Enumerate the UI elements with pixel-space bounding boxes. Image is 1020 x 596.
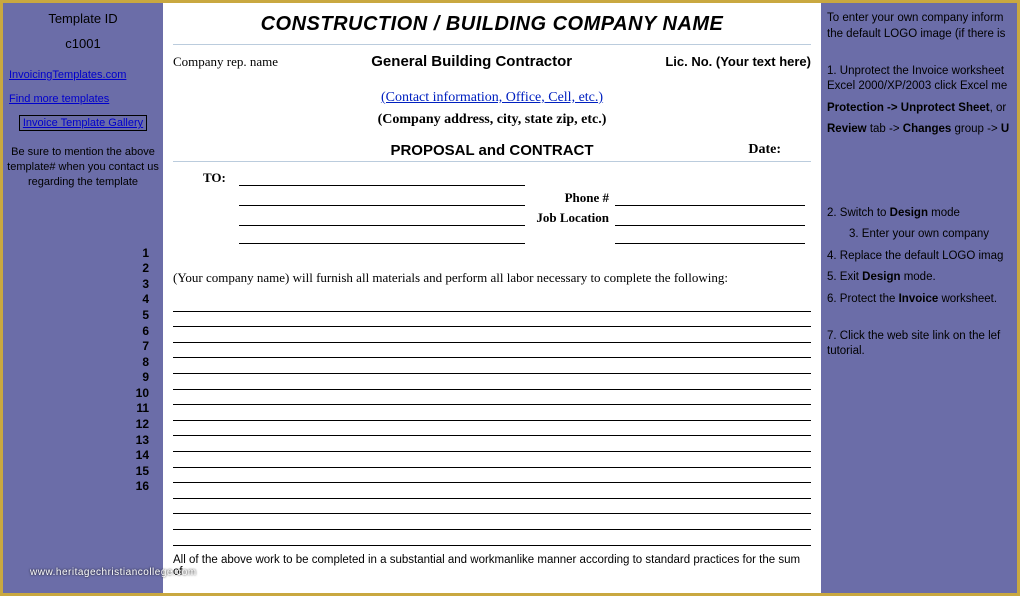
- row-num: 15: [7, 464, 149, 480]
- to-field-line-3[interactable]: [239, 212, 525, 226]
- instruction-step: Protection -> Unprotect Sheet, or: [827, 101, 1011, 117]
- instruction-step: 5. Exit Design mode.: [827, 270, 1011, 286]
- link-invoice-template-gallery[interactable]: Invoice Template Gallery: [23, 117, 143, 129]
- header-row: Company rep. name General Building Contr…: [173, 51, 811, 78]
- instruction-step: 1. Unprotect the Invoice worksheet Excel…: [827, 64, 1011, 95]
- completion-statement: All of the above work to be completed in…: [173, 554, 811, 578]
- work-line[interactable]: [173, 390, 811, 406]
- instruction-step: 2. Switch to Design mode: [827, 206, 1011, 222]
- work-line[interactable]: [173, 312, 811, 328]
- company-name-title: CONSTRUCTION / BUILDING COMPANY NAME: [173, 3, 811, 42]
- row-num: 5: [7, 308, 149, 324]
- work-line[interactable]: [173, 296, 811, 312]
- work-line[interactable]: [173, 514, 811, 530]
- instruction-step: 6. Protect the Invoice worksheet.: [827, 292, 1011, 308]
- instruction-step: 7. Click the web site link on the lef tu…: [827, 329, 1011, 360]
- date-label: Date:: [748, 142, 781, 158]
- spreadsheet-frame: Template ID c1001 InvoicingTemplates.com…: [0, 0, 1020, 596]
- link-invoicing-templates[interactable]: InvoicingTemplates.com: [7, 67, 159, 83]
- instruction-step: 4. Replace the default LOGO imag: [827, 249, 1011, 265]
- instruction-step: Review tab -> Changes group -> U: [827, 122, 1011, 138]
- phone-label: Phone #: [525, 190, 615, 206]
- row-num: 1: [7, 246, 149, 262]
- job-location-field-line-2[interactable]: [615, 230, 805, 244]
- company-rep-label: Company rep. name: [173, 54, 278, 70]
- row-num: 6: [7, 324, 149, 340]
- row-num: 11: [7, 401, 149, 417]
- document-area: CONSTRUCTION / BUILDING COMPANY NAME Com…: [163, 3, 821, 593]
- to-label: TO:: [203, 170, 239, 186]
- instructions-intro: To enter your own company inform the def…: [827, 11, 1011, 42]
- work-line[interactable]: [173, 327, 811, 343]
- phone-field-line[interactable]: [615, 192, 805, 206]
- row-numbers: 1 2 3 4 5 6 7 8 9 10 11 12 13 14 15 16: [7, 246, 159, 496]
- work-description-lines: [173, 296, 811, 546]
- work-line[interactable]: [173, 343, 811, 359]
- work-line[interactable]: [173, 452, 811, 468]
- proposal-contract-heading: PROPOSAL and CONTRACT: [390, 142, 593, 159]
- job-location-label: Job Location: [525, 210, 615, 226]
- row-num: 4: [7, 292, 149, 308]
- row-num: 2: [7, 261, 149, 277]
- row-num: 7: [7, 339, 149, 355]
- instructions-panel: To enter your own company inform the def…: [821, 3, 1017, 593]
- row-num: 16: [7, 479, 149, 495]
- divider: [173, 44, 811, 45]
- work-line[interactable]: [173, 436, 811, 452]
- to-field-line-4[interactable]: [239, 230, 525, 244]
- work-line[interactable]: [173, 358, 811, 374]
- work-line[interactable]: [173, 468, 811, 484]
- license-number-label: Lic. No. (Your text here): [665, 54, 811, 69]
- row-num: 12: [7, 417, 149, 433]
- proposal-heading-row: PROPOSAL and CONTRACT Date:: [173, 142, 811, 159]
- work-line[interactable]: [173, 483, 811, 499]
- link-find-more-templates[interactable]: Find more templates: [7, 91, 159, 107]
- work-line[interactable]: [173, 421, 811, 437]
- contact-info-link[interactable]: (Contact information, Office, Cell, etc.…: [173, 90, 811, 106]
- divider: [173, 161, 811, 162]
- job-location-field-line[interactable]: [615, 212, 805, 226]
- template-id-label: Template ID: [7, 11, 159, 26]
- row-num: 13: [7, 433, 149, 449]
- watermark: www.heritagechristiancollege.com: [30, 567, 197, 578]
- work-line[interactable]: [173, 374, 811, 390]
- contractor-title: General Building Contractor: [371, 53, 572, 70]
- row-num: 10: [7, 386, 149, 402]
- furnish-statement: (Your company name) will furnish all mat…: [173, 270, 811, 286]
- work-line[interactable]: [173, 499, 811, 515]
- recipient-block: TO: Phone # Job Location: [173, 170, 811, 244]
- to-field-line-2[interactable]: [239, 192, 525, 206]
- instruction-step: 3. Enter your own company: [827, 227, 1011, 243]
- row-num: 9: [7, 370, 149, 386]
- row-num: 14: [7, 448, 149, 464]
- work-line[interactable]: [173, 405, 811, 421]
- contact-note: Be sure to mention the above template# w…: [7, 145, 159, 190]
- company-address: (Company address, city, state zip, etc.): [173, 112, 811, 128]
- work-line[interactable]: [173, 530, 811, 546]
- row-num: 3: [7, 277, 149, 293]
- template-id-value: c1001: [7, 36, 159, 51]
- left-sidebar: Template ID c1001 InvoicingTemplates.com…: [3, 3, 163, 593]
- to-field-line[interactable]: [239, 172, 525, 186]
- row-num: 8: [7, 355, 149, 371]
